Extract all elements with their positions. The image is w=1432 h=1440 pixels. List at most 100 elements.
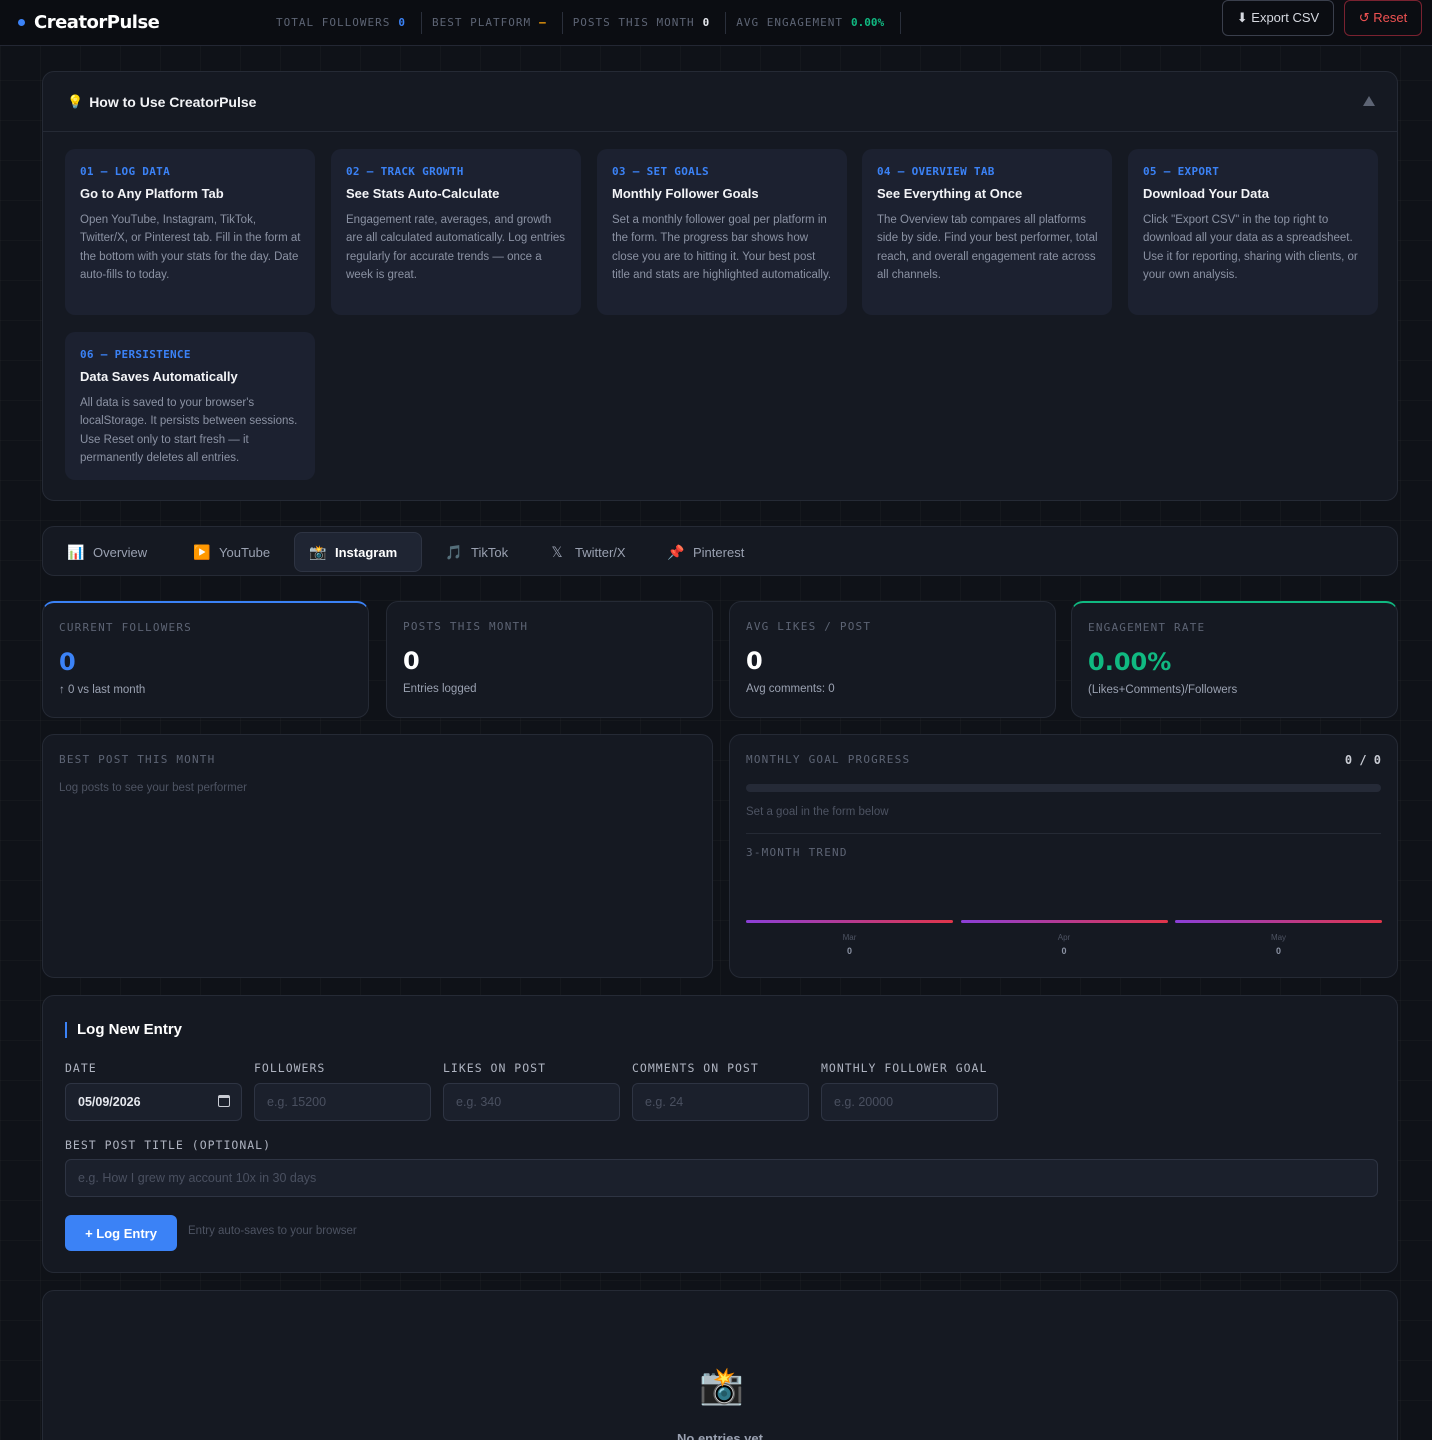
card-title: Download Your Data xyxy=(1143,186,1269,201)
entries-list-empty: 📸 No entries yet xyxy=(42,1290,1398,1440)
card-text: Engagement rate, averages, and growth ar… xyxy=(346,214,566,281)
stat-value: 0 xyxy=(702,16,710,29)
best-post-panel: BEST POST THIS MONTH Log posts to see yo… xyxy=(42,734,713,978)
stat-value: 0.00% xyxy=(851,16,885,29)
card-step: 05 — EXPORT xyxy=(1143,165,1220,178)
reset-button[interactable]: ↺ Reset xyxy=(1344,0,1422,36)
bar-chart-icon: 📊 xyxy=(67,543,85,560)
howto-card-log-data: 01 — LOG DATA Go to Any Platform Tab Ope… xyxy=(65,149,315,315)
followers-field[interactable] xyxy=(254,1083,431,1121)
autosave-note: Entry auto-saves to your browser xyxy=(188,1225,357,1237)
stat-card-sub: Entries logged xyxy=(403,683,477,695)
tab-youtube[interactable]: ▶️ YouTube xyxy=(179,532,291,572)
trend-bar: Mar 0 xyxy=(746,920,953,956)
card-step: 03 — SET GOALS xyxy=(612,165,709,178)
stat-card-engagement-rate: ENGAGEMENT RATE 0.00% (Likes+Comments)/F… xyxy=(1071,601,1398,718)
header-stat-avg-engagement: AVG ENGAGEMENT 0.00% xyxy=(726,11,902,34)
tab-label: Twitter/X xyxy=(575,544,626,560)
header-actions: ⬇ Export CSV ↺ Reset xyxy=(1222,0,1422,36)
stat-card-value: 0.00% xyxy=(1088,648,1172,676)
stat-label: BEST PLATFORM xyxy=(431,16,532,29)
card-step: 04 — OVERVIEW TAB xyxy=(877,165,995,178)
goal-progress-label: MONTHLY GOAL PROGRESS xyxy=(746,753,911,766)
stat-card-avg-likes: AVG LIKES / POST 0 Avg comments: 0 xyxy=(729,601,1056,718)
header-stat-posts-this-month: POSTS THIS MONTH 0 xyxy=(563,11,727,34)
date-label: DATE xyxy=(65,1061,97,1075)
stat-card-label: CURRENT FOLLOWERS xyxy=(59,621,192,634)
form-title: Log New Entry xyxy=(65,1022,182,1038)
log-entry-button[interactable]: + Log Entry xyxy=(65,1215,177,1251)
card-step: 01 — LOG DATA xyxy=(80,165,170,178)
stat-label: POSTS THIS MONTH xyxy=(572,16,695,29)
howto-card-export: 05 — EXPORT Download Your Data Click "Ex… xyxy=(1128,149,1378,315)
collapse-icon[interactable] xyxy=(1363,96,1375,106)
monthly-goal-field[interactable] xyxy=(821,1083,998,1121)
goal-label: MONTHLY FOLLOWER GOAL xyxy=(821,1061,988,1075)
music-note-icon: 🎵 xyxy=(445,543,463,560)
trend-month: Apr xyxy=(1057,933,1071,942)
top-bar: CreatorPulse TOTAL FOLLOWERS 0 BEST PLAT… xyxy=(0,0,1432,46)
stat-label: TOTAL FOLLOWERS xyxy=(276,16,391,29)
calendar-icon[interactable] xyxy=(218,1095,230,1107)
header-stat-total-followers: TOTAL FOLLOWERS 0 xyxy=(266,11,422,34)
header-stats: TOTAL FOLLOWERS 0 BEST PLATFORM — POSTS … xyxy=(266,11,902,34)
best-post-title-field[interactable] xyxy=(65,1159,1378,1197)
goal-hint: Set a goal in the form below xyxy=(746,806,889,818)
trend-line xyxy=(960,920,1168,923)
stat-card-sub: (Likes+Comments)/Followers xyxy=(1088,684,1238,696)
trend-line xyxy=(746,920,953,923)
post-title-label: BEST POST TITLE (OPTIONAL) xyxy=(65,1138,272,1152)
likes-label: LIKES ON POST xyxy=(443,1061,547,1075)
comments-field[interactable] xyxy=(632,1083,809,1121)
howto-card-track-growth: 02 — TRACK GROWTH See Stats Auto-Calcula… xyxy=(331,149,581,315)
stat-card-sub: Avg comments: 0 xyxy=(746,683,835,695)
brand-dot-icon xyxy=(18,19,25,26)
tab-tiktok[interactable]: 🎵 TikTok xyxy=(431,532,531,572)
stat-card-sub: ↑ 0 vs last month xyxy=(59,684,146,696)
app-name: CreatorPulse xyxy=(34,12,160,33)
tab-overview[interactable]: 📊 Overview xyxy=(53,532,163,572)
card-title: Monthly Follower Goals xyxy=(612,186,759,201)
trend-bar: Apr 0 xyxy=(960,920,1168,956)
stat-card-posts-this-month: POSTS THIS MONTH 0 Entries logged xyxy=(386,601,713,718)
card-step: 06 — PERSISTENCE xyxy=(80,348,191,361)
best-post-label: BEST POST THIS MONTH xyxy=(59,753,216,766)
empty-state-text: No entries yet xyxy=(677,1431,763,1440)
date-field[interactable] xyxy=(65,1083,242,1121)
date-field-wrap xyxy=(65,1083,242,1121)
howto-card-set-goals: 03 — SET GOALS Monthly Follower Goals Se… xyxy=(597,149,847,315)
tab-label: Overview xyxy=(93,544,148,560)
how-to-panel: 💡 How to Use CreatorPulse 01 — LOG DATA … xyxy=(42,71,1398,501)
tab-label: YouTube xyxy=(219,544,271,560)
how-to-title: How to Use CreatorPulse xyxy=(89,93,257,110)
card-title: Data Saves Automatically xyxy=(80,369,238,384)
stat-value: — xyxy=(539,16,546,29)
card-title: See Stats Auto-Calculate xyxy=(346,186,500,201)
tab-pinterest[interactable]: 📌 Pinterest xyxy=(653,532,763,572)
howto-card-overview-tab: 04 — OVERVIEW TAB See Everything at Once… xyxy=(862,149,1112,315)
tab-twitter-x[interactable]: 𝕏 Twitter/X xyxy=(535,532,647,572)
trend-value: 0 xyxy=(1061,946,1067,956)
camera-icon: 📸 xyxy=(699,1365,744,1406)
stat-card-value: 0 xyxy=(403,647,420,675)
howto-card-persistence: 06 — PERSISTENCE Data Saves Automaticall… xyxy=(65,332,315,480)
how-to-header[interactable]: 💡 How to Use CreatorPulse xyxy=(43,72,1397,132)
card-text: Set a monthly follower goal per platform… xyxy=(612,214,832,281)
export-csv-button[interactable]: ⬇ Export CSV xyxy=(1222,0,1334,36)
card-text: The Overview tab compares all platforms … xyxy=(877,214,1098,281)
trend-month: May xyxy=(1270,933,1287,942)
trend-month: Mar xyxy=(842,933,857,942)
best-post-empty-text: Log posts to see your best performer xyxy=(59,782,247,794)
pin-icon: 📌 xyxy=(667,543,685,560)
camera-icon: 📸 xyxy=(309,543,327,560)
stat-card-label: AVG LIKES / POST xyxy=(746,620,872,633)
goal-progress-count: 0 / 0 xyxy=(1344,753,1381,767)
stat-label: AVG ENGAGEMENT xyxy=(736,16,843,29)
trend-line xyxy=(1175,920,1382,923)
trend-value: 0 xyxy=(1275,946,1281,956)
card-text: All data is saved to your browser's loca… xyxy=(80,397,298,464)
tab-instagram[interactable]: 📸 Instagram xyxy=(294,532,422,572)
brand: CreatorPulse xyxy=(18,12,258,33)
likes-field[interactable] xyxy=(443,1083,620,1121)
x-logo-icon: 𝕏 xyxy=(551,543,563,560)
